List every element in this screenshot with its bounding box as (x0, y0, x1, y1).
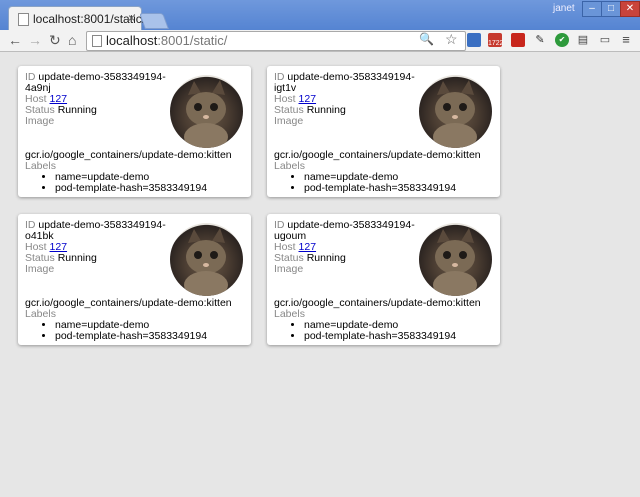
labels-list: name=update-demo pod-template-hash=35833… (18, 172, 207, 194)
url-text: localhost:8001/static/ (106, 33, 227, 48)
page-content: ID update-demo-3583349194-4a9nj Host 127… (0, 52, 640, 497)
zoom-icon[interactable]: 🔍 (419, 32, 434, 46)
url-host: localhost (106, 33, 158, 48)
label-item: pod-template-hash=3583349194 (55, 331, 207, 342)
image-label: Image (25, 115, 55, 127)
kitten-image (419, 223, 492, 296)
window-titlebar: localhost:8001/static/ × janet – □ ✕ (0, 0, 640, 31)
bookmark-star-icon[interactable]: ☆ (445, 31, 458, 48)
labels-list: name=update-demo pod-template-hash=35833… (267, 172, 456, 194)
pod-card: ID update-demo-3583349194-igt1v Host 127… (267, 66, 500, 197)
labels-list: name=update-demo pod-template-hash=35833… (267, 320, 456, 342)
minimize-button[interactable]: – (582, 1, 602, 17)
pod-card: ID update-demo-3583349194-ugoum Host 127… (267, 214, 500, 345)
page-icon (92, 35, 102, 47)
pod-card: ID update-demo-3583349194-o41bk Host 127… (18, 214, 251, 345)
pod-card: ID update-demo-3583349194-4a9nj Host 127… (18, 66, 251, 197)
extension-tool2-icon[interactable]: ▤ (576, 33, 590, 47)
new-tab-button[interactable] (139, 13, 169, 29)
pod-status: Running (306, 252, 346, 264)
extension-tool-icon[interactable]: ✎ (533, 33, 547, 47)
label-item: pod-template-hash=3583349194 (304, 331, 456, 342)
page-icon (18, 13, 29, 26)
pod-id: update-demo-3583349194-ugoum (274, 219, 415, 242)
pod-id: update-demo-3583349194-4a9nj (25, 71, 166, 94)
extension-calendar-icon[interactable] (467, 33, 481, 47)
gmail-icon[interactable]: 1722 (488, 33, 504, 47)
tab-close-icon[interactable]: × (128, 11, 135, 25)
pod-image: gcr.io/google_containers/update-demo:kit… (274, 297, 481, 309)
image-label: Image (274, 263, 304, 275)
menu-icon[interactable]: ≡ (619, 33, 633, 47)
pod-id: update-demo-3583349194-o41bk (25, 219, 166, 242)
browser-tab[interactable]: localhost:8001/static/ × (8, 6, 145, 31)
label-item: pod-template-hash=3583349194 (304, 183, 456, 194)
extension-check-icon[interactable]: ✔ (555, 33, 569, 47)
pod-image: gcr.io/google_containers/update-demo:kit… (25, 297, 232, 309)
back-icon[interactable]: ← (8, 31, 22, 49)
pod-status: Running (306, 104, 346, 116)
pod-image: gcr.io/google_containers/update-demo:kit… (274, 149, 481, 161)
address-bar[interactable]: localhost:8001/static/ 🔍 ☆ (86, 31, 466, 51)
pod-id: update-demo-3583349194-igt1v (274, 71, 415, 94)
pod-image: gcr.io/google_containers/update-demo:kit… (25, 149, 232, 161)
home-icon[interactable]: ⌂ (68, 31, 76, 49)
kitten-image (170, 75, 243, 148)
pod-status: Running (57, 252, 97, 264)
url-path: :8001/static/ (157, 33, 228, 48)
image-label: Image (25, 263, 55, 275)
profile-name[interactable]: janet (553, 3, 575, 14)
label-item: pod-template-hash=3583349194 (55, 183, 207, 194)
cast-icon[interactable]: ▭ (598, 33, 612, 47)
forward-icon[interactable]: → (28, 31, 42, 49)
maximize-button[interactable]: □ (601, 1, 621, 17)
pod-status: Running (57, 104, 97, 116)
kitten-image (170, 223, 243, 296)
close-window-button[interactable]: ✕ (620, 1, 640, 17)
labels-list: name=update-demo pod-template-hash=35833… (18, 320, 207, 342)
kitten-image (419, 75, 492, 148)
gmail-unread-badge: 1722 (488, 40, 504, 47)
reload-icon[interactable]: ↻ (49, 31, 61, 49)
extension-red-icon[interactable] (511, 33, 525, 47)
image-label: Image (274, 115, 304, 127)
